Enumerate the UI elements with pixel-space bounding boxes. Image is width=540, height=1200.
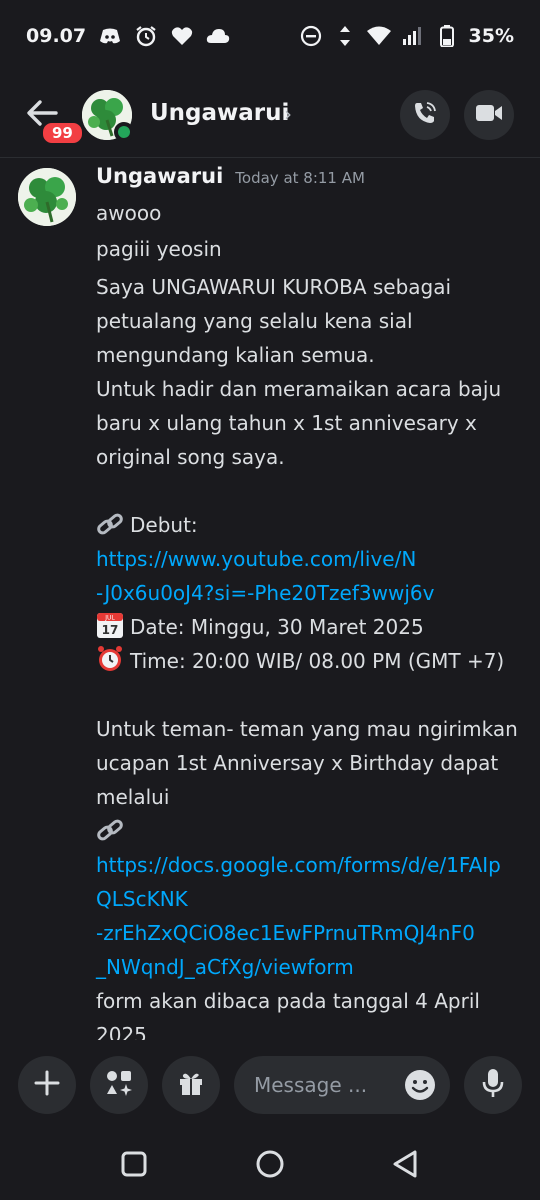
plus-icon (33, 1069, 61, 1101)
gift-icon (177, 1069, 205, 1101)
recents-square-icon[interactable] (118, 1148, 150, 1180)
discord-icon (98, 24, 122, 48)
emoji-icon[interactable] (404, 1069, 436, 1101)
message-line: melalui (96, 785, 170, 809)
alarm-clock-icon (96, 645, 124, 671)
message-header: Ungawarui Today at 8:11 AM (96, 164, 365, 188)
message-composer (0, 1050, 540, 1122)
home-circle-icon[interactable] (254, 1148, 286, 1180)
author-name[interactable]: Ungawarui (96, 164, 223, 188)
author-avatar[interactable] (18, 168, 76, 226)
video-camera-icon (475, 102, 503, 128)
time-line: Time: 20:00 WIB/ 08.00 PM (GMT +7) (96, 644, 526, 678)
channel-name[interactable]: Ungawarui (150, 100, 289, 126)
back-triangle-icon[interactable] (390, 1148, 422, 1180)
google-form-link-continued[interactable]: _NWqndJ_aCfXg/viewform (96, 950, 526, 984)
message-input[interactable] (254, 1073, 404, 1097)
apps-button[interactable] (90, 1056, 148, 1114)
clock-time: 09.07 (26, 25, 87, 47)
phone-call-button[interactable] (400, 90, 450, 140)
video-call-button[interactable] (464, 90, 514, 140)
voice-message-button[interactable] (464, 1056, 522, 1114)
microphone-icon (481, 1068, 505, 1102)
battery-icon (435, 24, 459, 48)
attach-button[interactable] (18, 1056, 76, 1114)
event-time: Time: 20:00 WIB/ 08.00 PM (GMT +7) (130, 649, 505, 673)
message-line: pagiii yeosin (96, 237, 222, 261)
dnd-icon (299, 24, 323, 48)
wifi-icon (366, 24, 391, 48)
unread-badge: 99 (40, 120, 85, 146)
google-form-link-continued[interactable]: QLScKNK (96, 882, 526, 916)
message-line: petualang yang selalu kena sial (96, 309, 413, 333)
signal-icon (401, 24, 425, 48)
form-link-line (96, 814, 526, 848)
message-line: 2025 (96, 1023, 147, 1040)
message-line: original song saya. (96, 445, 285, 469)
data-arrows-icon (333, 24, 357, 48)
alarm-icon (134, 24, 158, 48)
calendar-month-text: JUL (104, 615, 115, 622)
message-line: awooo (96, 201, 162, 225)
chat-header: 99 Ungawarui › (0, 72, 540, 158)
message-timestamp: Today at 8:11 AM (235, 169, 365, 187)
cloud-icon (206, 24, 230, 48)
message-line: Untuk hadir dan meramaikan acara baju (96, 377, 502, 401)
event-date: Date: Minggu, 30 Maret 2025 (130, 615, 424, 639)
calendar-icon: JUL 17 (96, 611, 124, 638)
message-line: Untuk teman- teman yang mau ngirimkan (96, 717, 518, 741)
youtube-link-continued[interactable]: -J0x6u0oJ4?si=-Phe20Tzef3wwj6v (96, 576, 526, 610)
system-navigation-bar (0, 1130, 540, 1200)
youtube-link[interactable]: https://www.youtube.com/live/N (96, 542, 526, 576)
message-input-wrapper[interactable] (234, 1056, 450, 1114)
message-line: ucapan 1st Anniversay x Birthday dapat (96, 751, 499, 775)
google-form-link-continued[interactable]: -zrEhZxQCiO8ec1EwFPrnuTRmQJ4nF0 (96, 916, 526, 950)
link-icon (96, 817, 124, 843)
apps-icon (104, 1068, 134, 1102)
message-content: awooo pagiii yeosin Saya UNGAWARUI KUROB… (96, 196, 526, 1040)
gift-button[interactable] (162, 1056, 220, 1114)
message-list[interactable]: Ungawarui Today at 8:11 AM awooo pagiii … (0, 158, 540, 1040)
message-line: form akan dibaca pada tanggal 4 April (96, 989, 480, 1013)
heart-icon (170, 24, 194, 48)
date-line: JUL 17 Date: Minggu, 30 Maret 2025 (96, 610, 526, 644)
debut-label: Debut: (130, 513, 198, 537)
status-bar: 09.07 35% (0, 0, 540, 72)
google-form-link[interactable]: https://docs.google.com/forms/d/e/1FAIp (96, 848, 526, 882)
online-status-dot (114, 122, 134, 142)
phone-call-icon (412, 100, 438, 130)
message-line: mengundang kalian semua. (96, 343, 375, 367)
message-line: Saya UNGAWARUI KUROBA sebagai (96, 275, 452, 299)
link-icon (96, 511, 124, 537)
calendar-day-text: 17 (102, 623, 119, 637)
message-line: baru x ulang tahun x 1st annivesary x (96, 411, 477, 435)
chevron-right-icon[interactable]: › (284, 102, 292, 126)
battery-percent: 35% (468, 25, 514, 47)
debut-line: Debut: (96, 508, 526, 542)
